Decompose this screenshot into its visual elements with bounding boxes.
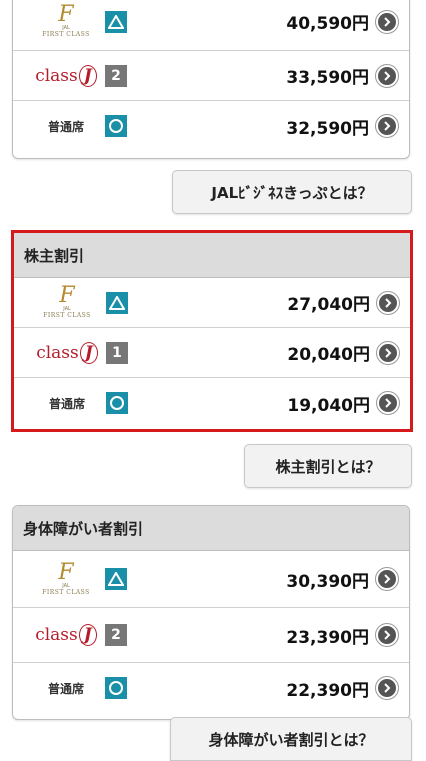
ordinary-seat-text: 普通席	[48, 396, 85, 411]
ordinary-seat-text: 普通席	[47, 119, 84, 134]
class-j-text: class	[35, 625, 78, 645]
section-title: 株主割引	[14, 233, 410, 278]
fare-row-first-class[interactable]: F JAL FIRST CLASS 30,390円	[13, 551, 409, 608]
class-j-logo: class J	[31, 624, 101, 646]
fare-row-class-j[interactable]: class J 2 23,390円	[13, 608, 409, 663]
fare-price: 32,590円	[286, 118, 369, 139]
seats-left-badge: 1	[106, 341, 128, 364]
fare-row-first-class[interactable]: F JAL FIRST CLASS 40,590円	[13, 0, 409, 51]
circle-icon	[105, 677, 127, 699]
first-class-logo-f: F	[59, 283, 75, 308]
chevron-right-icon[interactable]	[375, 9, 399, 34]
chevron-right-icon[interactable]	[375, 114, 399, 138]
chevron-right-icon[interactable]	[375, 63, 399, 88]
ordinary-seat-label: 普通席	[32, 395, 102, 412]
disability-discount-info-button[interactable]: 身体障がい者割引とは？	[170, 717, 412, 761]
class-j-letter: J	[78, 624, 97, 646]
fare-price: 30,390円	[286, 571, 369, 592]
chevron-right-icon[interactable]	[375, 623, 399, 647]
shareholder-discount-info-button[interactable]: 株主割引とは？	[244, 444, 412, 488]
ordinary-seat-label: 普通席	[31, 680, 101, 697]
chevron-right-icon[interactable]	[376, 391, 400, 415]
chevron-right-icon[interactable]	[376, 340, 400, 365]
class-j-logo: class J	[32, 341, 102, 364]
circle-icon	[106, 392, 128, 414]
fare-price: 33,590円	[286, 68, 369, 88]
fare-row-ordinary[interactable]: 普通席 19,040円	[14, 378, 410, 428]
triangle-icon	[106, 291, 128, 314]
fare-row-first-class[interactable]: F JAL FIRST CLASS 27,040円	[14, 278, 410, 328]
first-class-logo-text: FIRST CLASS	[42, 588, 90, 596]
business-ticket-info-button[interactable]: JALﾋﾞｼﾞﾈｽきっぷとは？	[172, 170, 412, 214]
fare-row-class-j[interactable]: class J 2 33,590円	[13, 51, 409, 101]
chevron-right-icon[interactable]	[376, 290, 400, 315]
fare-price: 23,390円	[286, 627, 369, 648]
ordinary-seat-text: 普通席	[47, 681, 84, 696]
first-class-logo: F JAL FIRST CLASS	[31, 559, 101, 596]
first-class-logo-f: F	[58, 559, 74, 585]
seats-left-badge: 2	[105, 624, 127, 646]
seats-left-badge: 2	[105, 64, 127, 87]
fare-panel-disability: 身体障がい者割引 F JAL FIRST CLASS 30,390円 class…	[12, 505, 410, 720]
triangle-icon	[105, 10, 127, 33]
fare-price: 20,040円	[287, 345, 370, 365]
section-title: 身体障がい者割引	[13, 506, 409, 551]
fare-row-ordinary[interactable]: 普通席 22,390円	[13, 663, 409, 713]
fare-price: 27,040円	[287, 295, 370, 315]
first-class-logo: F JAL FIRST CLASS	[32, 283, 102, 320]
first-class-logo-text: FIRST CLASS	[42, 31, 90, 38]
fare-panel-business: F JAL FIRST CLASS 40,590円 class J 2 33,59…	[12, 0, 410, 159]
fare-panel-shareholder: 株主割引 F JAL FIRST CLASS 27,040円 class J 1 …	[11, 230, 413, 432]
first-class-logo: F JAL FIRST CLASS	[31, 2, 101, 39]
fare-price: 22,390円	[286, 680, 369, 701]
chevron-right-icon[interactable]	[375, 676, 399, 700]
triangle-icon	[105, 568, 127, 590]
chevron-right-icon[interactable]	[375, 567, 399, 591]
fare-row-class-j[interactable]: class J 1 20,040円	[14, 328, 410, 378]
class-j-text: class	[36, 342, 79, 363]
fare-price: 19,040円	[287, 395, 370, 416]
class-j-letter: J	[79, 341, 98, 364]
ordinary-seat-label: 普通席	[31, 118, 101, 135]
fare-row-ordinary[interactable]: 普通席 32,590円	[13, 101, 409, 151]
circle-icon	[105, 115, 127, 137]
class-j-letter: J	[78, 64, 97, 87]
class-j-text: class	[35, 65, 78, 86]
class-j-logo: class J	[31, 64, 101, 87]
first-class-logo-text: FIRST CLASS	[43, 312, 91, 319]
fare-price: 40,590円	[286, 14, 369, 34]
first-class-logo-f: F	[58, 2, 74, 27]
